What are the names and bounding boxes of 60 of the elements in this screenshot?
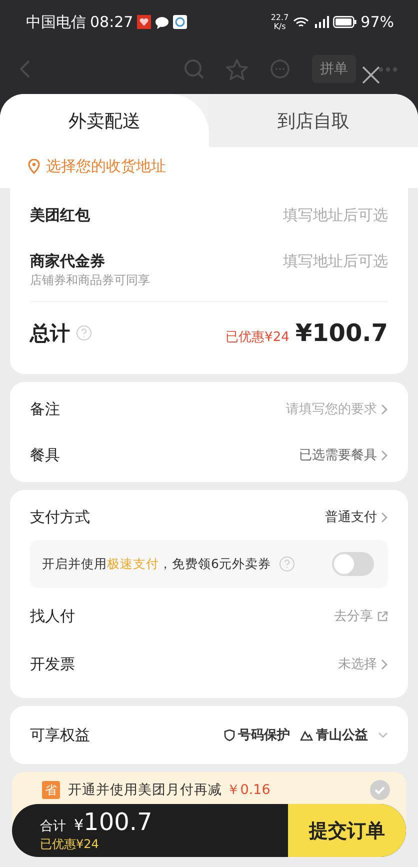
option-value[interactable]: 未选择 [338, 655, 388, 673]
chevron-icon [381, 450, 388, 460]
group-order-button[interactable]: 拼单 [312, 55, 356, 83]
address-link[interactable]: 选择您的收货地址 [46, 157, 166, 176]
help-icon[interactable] [278, 556, 295, 572]
discount-note: 店铺券和商品券可同享 [30, 272, 151, 289]
total-label: 总计 [30, 320, 70, 346]
back-icon[interactable] [20, 60, 30, 78]
chevron-icon [381, 512, 388, 522]
option-label: 找人付 [30, 606, 75, 626]
shield-icon [224, 729, 235, 741]
option-value[interactable]: 去分享 [334, 607, 388, 625]
checkout-saved: 已优惠¥24 [40, 836, 100, 853]
checkout-total-label: 合计 [40, 818, 66, 835]
discount-value[interactable]: 填写地址后可选 [283, 206, 388, 224]
option-label: 备注 [30, 400, 60, 418]
chevron-icon [381, 658, 388, 670]
option-label: 餐具 [30, 446, 60, 464]
help-icon[interactable] [76, 325, 92, 341]
checkout-total-price: ¥100.7 [74, 808, 152, 836]
total-price: ¥100.7 [295, 319, 388, 347]
discount-label: 商家代金券 [30, 252, 105, 270]
star-icon[interactable] [226, 58, 248, 80]
benefit-label: 号码保护 [238, 726, 290, 744]
more-icon[interactable] [378, 66, 398, 72]
close-icon[interactable] [362, 66, 380, 84]
benefits-label: 可享权益 [30, 726, 90, 744]
discount-label: 美团红包 [30, 206, 90, 224]
saved-amount: 已优惠¥24 [226, 329, 290, 346]
wifi-icon [292, 16, 309, 28]
tab[interactable]: 外卖配送 [0, 94, 209, 147]
promo-text: 开通并使用美团月付再减 ￥0.16 [68, 781, 270, 799]
mountain-icon [300, 730, 313, 740]
battery-level: 97% [360, 13, 394, 31]
search-icon[interactable] [184, 59, 204, 79]
network-speed: 22.7 K/s [270, 13, 289, 31]
chat-bubble-icon [155, 16, 170, 28]
share-icon [377, 610, 388, 622]
chevron-icon [381, 404, 388, 414]
payment-method[interactable]: 普通支付 [325, 508, 388, 526]
expand-icon[interactable] [378, 732, 388, 738]
fast-pay-toggle[interactable] [332, 552, 374, 576]
signal-icon [312, 16, 329, 28]
fast-pay-offer: 开启并使用极速支付，免费领6元外卖券 [42, 556, 271, 572]
discount-value[interactable]: 填写地址后可选 [283, 252, 388, 270]
check-icon[interactable] [370, 780, 390, 800]
submit-order-button[interactable]: 提交订单 [288, 804, 406, 857]
carrier: 中国电信 [26, 12, 86, 32]
message-icon[interactable] [270, 59, 290, 79]
save-badge: 省 [42, 781, 60, 799]
option-label: 开发票 [30, 654, 75, 674]
health-app-icon [137, 15, 152, 29]
payment-label: 支付方式 [30, 508, 90, 526]
location-pin-icon [28, 159, 40, 174]
clock: 08:27 [90, 13, 134, 31]
app-notification-icon [173, 15, 188, 29]
option-value[interactable]: 请填写您的要求 [286, 400, 388, 418]
battery-icon [332, 16, 357, 28]
benefit-label: 青山公益 [316, 727, 368, 744]
option-value[interactable]: 已选需要餐具 [299, 446, 388, 464]
